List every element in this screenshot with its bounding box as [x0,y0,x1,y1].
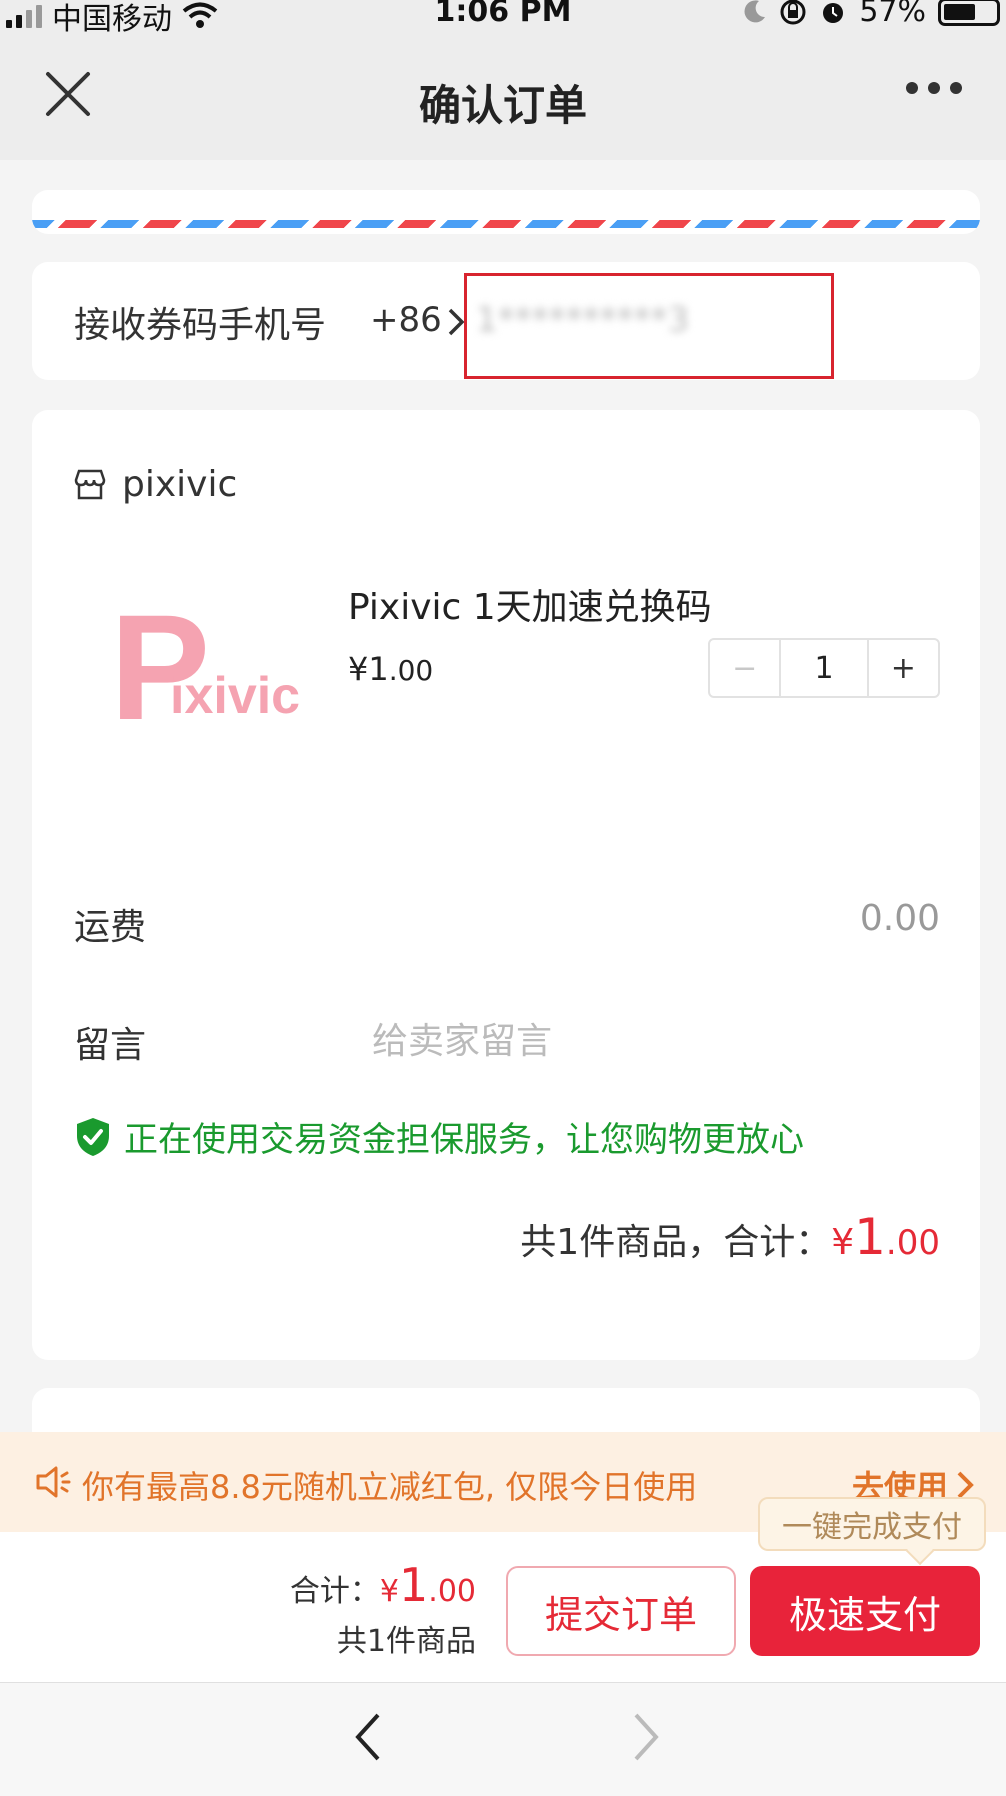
rotation-lock-icon [780,0,806,24]
total-amount-int: 1 [399,1558,429,1612]
total-amount-dec: .00 [428,1574,476,1609]
product-price: ¥1.00 [348,650,433,688]
increase-button[interactable]: + [869,640,938,696]
order-summary: 共1件商品，合计： ¥1.00 [520,1208,940,1266]
pay-tooltip: 一键完成支付 [758,1497,986,1551]
shipping-value: 0.00 [859,898,940,939]
total-currency: ¥ [379,1574,399,1609]
shop-header[interactable]: pixivic [72,464,237,505]
price-dec: .00 [388,654,434,687]
more-icon[interactable] [906,76,970,100]
phone-card: 接收券码手机号 +86 [32,262,980,380]
total-label: 合计： [289,1574,380,1609]
phone-label: 接收券码手机号 [74,305,327,346]
battery-percent: 57% [859,0,926,29]
item-count: 共1件商品 [336,1624,476,1659]
page-title: 确认订单 [418,81,587,130]
shield-check-icon [77,1117,109,1156]
shipping-label: 运费 [74,907,147,948]
summary-amount-int: 1 [854,1208,886,1266]
forward-arrow-icon[interactable] [626,1709,666,1765]
summary-currency: ¥ [831,1222,855,1263]
order-card: pixivic P ixivic Pixivic 1天加速兑换码 ¥1.00 −… [32,410,980,1360]
checkout-total: 合计： ¥1.00 共1件商品 [280,1558,476,1660]
address-envelope-strip [32,190,980,234]
product-image[interactable]: P ixivic [74,550,304,780]
alarm-icon [823,2,844,23]
moon-icon [744,0,766,22]
logo-word: ixivic [170,667,301,725]
highlight-box [464,273,834,379]
quantity-value[interactable]: 1 [779,640,869,696]
chevron-right-icon [957,1471,974,1499]
back-arrow-icon[interactable] [348,1709,388,1765]
shop-name: pixivic [122,464,238,505]
price-int: 1 [368,650,389,688]
country-code[interactable]: +86 [370,300,442,340]
battery-icon [938,0,1000,26]
status-bar: 中国移动 1:06 PM 57% [0,0,1006,37]
submit-order-button[interactable]: 提交订单 [506,1566,736,1656]
message-input[interactable] [372,1016,892,1066]
quantity-stepper: − 1 + [708,638,940,698]
airmail-stripe [32,220,980,228]
summary-prefix: 共1件商品，合计： [520,1222,832,1263]
decrease-button[interactable]: − [710,640,779,696]
speaker-icon [36,1466,71,1498]
summary-amount-dec: .00 [885,1223,940,1263]
express-pay-button[interactable]: 极速支付 [750,1566,980,1656]
guarantee-text: 正在使用交易资金担保服务，让您购物更放心 [124,1120,804,1160]
product-title: Pixivic 1天加速兑换码 [348,587,712,628]
price-symbol: ¥ [348,650,369,688]
nav-bar: 确认订单 [0,36,1006,160]
promo-text: 你有最高8.8元随机立减红包, 仅限今日使用 [82,1468,698,1506]
store-icon [74,469,106,499]
message-label: 留言 [74,1025,147,1066]
guarantee-notice: 正在使用交易资金担保服务，让您购物更放心 [74,1112,804,1161]
checkout-bar: 合计： ¥1.00 共1件商品 提交订单 极速支付 [0,1532,1006,1682]
browser-toolbar [0,1682,1006,1796]
